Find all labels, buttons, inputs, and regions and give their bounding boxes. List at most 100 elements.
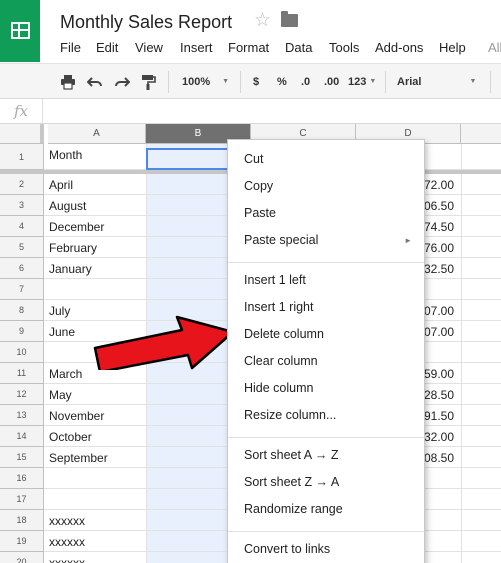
cell-a[interactable]: June <box>49 325 75 339</box>
context-menu-item[interactable]: Randomize range <box>244 502 343 516</box>
cell-a[interactable]: April <box>49 178 73 192</box>
font-select[interactable]: Arial ▼ <box>397 74 476 90</box>
title-area: Monthly Sales Report ☆ File Edit View In… <box>0 0 501 63</box>
formula-bar-divider <box>42 99 43 123</box>
cell-a[interactable]: October <box>49 430 92 444</box>
row-header[interactable]: 14 <box>0 426 44 447</box>
cell-a[interactable]: July <box>49 304 70 318</box>
cell-a[interactable]: January <box>49 262 92 276</box>
row-header[interactable]: 19 <box>0 531 44 552</box>
row-header[interactable]: 20 <box>0 552 44 563</box>
redo-icon[interactable] <box>114 74 130 90</box>
menu-all-changes[interactable]: All <box>488 40 501 55</box>
toolbar: 100% ▼ $ % .0 .00 123 ▼ Arial ▼ <box>0 63 501 99</box>
menu-separator <box>228 262 424 263</box>
row-header[interactable]: 12 <box>0 384 44 405</box>
row-header[interactable]: 2 <box>0 174 44 195</box>
context-menu-item[interactable]: Resize column... <box>244 408 336 422</box>
row-header[interactable]: 7 <box>0 279 44 300</box>
row-header[interactable]: 18 <box>0 510 44 531</box>
menu-addons[interactable]: Add-ons <box>375 40 423 55</box>
decrease-decimal-label: .0 <box>301 76 311 88</box>
font-value: Arial <box>397 76 422 88</box>
toolbar-separator <box>385 71 386 93</box>
select-all-corner[interactable] <box>0 124 44 144</box>
row-header[interactable]: 5 <box>0 237 44 258</box>
context-menu: Cut Copy Paste Paste special ► Insert 1 left I… <box>227 139 425 563</box>
row-header[interactable]: 6 <box>0 258 44 279</box>
cell-a[interactable]: xxxxxx <box>49 535 85 549</box>
print-icon[interactable] <box>60 74 76 90</box>
toolbar-separator <box>490 71 491 93</box>
more-formats-label: 123 <box>348 76 367 88</box>
currency-format-button[interactable]: $ <box>253 74 259 90</box>
row-header[interactable]: 16 <box>0 468 44 489</box>
column-header-a[interactable]: A <box>48 124 146 144</box>
row-header[interactable]: 9 <box>0 321 44 342</box>
context-menu-item[interactable]: Copy <box>244 179 273 193</box>
star-icon[interactable]: ☆ <box>254 11 271 30</box>
menu-data[interactable]: Data <box>285 40 312 55</box>
context-menu-item[interactable]: Clear column <box>244 354 318 368</box>
cell-a[interactable]: February <box>49 241 97 255</box>
context-menu-item[interactable]: Sort sheet Z → A <box>244 475 339 489</box>
cell-a[interactable]: xxxxxx <box>49 556 85 563</box>
row-header[interactable]: 1 <box>0 144 44 170</box>
sheets-logo-icon[interactable] <box>0 0 40 62</box>
paint-format-icon[interactable] <box>140 74 156 90</box>
cell-a[interactable]: August <box>49 199 86 213</box>
context-menu-item[interactable]: Sort sheet A → Z <box>244 448 339 462</box>
row-header[interactable]: 3 <box>0 195 44 216</box>
decrease-decimal-button[interactable]: .0 <box>301 74 310 90</box>
row-header[interactable]: 11 <box>0 363 44 384</box>
cell-a[interactable]: March <box>49 367 82 381</box>
row-header[interactable]: 15 <box>0 447 44 468</box>
context-menu-item[interactable]: Paste special <box>244 233 318 247</box>
cell-a[interactable]: December <box>49 220 104 234</box>
row-header[interactable]: 17 <box>0 489 44 510</box>
menu-tools[interactable]: Tools <box>329 40 359 55</box>
increase-decimal-button[interactable]: .00 <box>324 74 339 90</box>
menu-edit[interactable]: Edit <box>96 40 118 55</box>
context-menu-item[interactable]: Insert 1 left <box>244 273 306 287</box>
more-formats-select[interactable]: 123 ▼ <box>348 74 376 90</box>
fx-icon: fx <box>14 102 29 120</box>
context-menu-item[interactable]: Convert to links <box>244 542 330 556</box>
context-menu-item[interactable]: Cut <box>244 152 263 166</box>
menu-view[interactable]: View <box>135 40 163 55</box>
menu-insert[interactable]: Insert <box>180 40 213 55</box>
column-gridline <box>461 144 462 563</box>
zoom-value: 100% <box>182 76 211 88</box>
context-menu-item[interactable]: Insert 1 right <box>244 300 313 314</box>
menu-file[interactable]: File <box>60 40 81 55</box>
toolbar-separator <box>240 71 241 93</box>
cell-a[interactable]: May <box>49 388 72 402</box>
row-header[interactable]: 8 <box>0 300 44 321</box>
folder-icon[interactable] <box>281 11 298 27</box>
cell-a[interactable]: xxxxxx <box>49 514 85 528</box>
column-header-e[interactable] <box>461 124 501 144</box>
row-header[interactable]: 10 <box>0 342 44 363</box>
red-arrow-icon <box>93 315 235 370</box>
context-menu-item[interactable]: Paste <box>244 206 276 220</box>
formula-input[interactable] <box>50 103 490 119</box>
undo-icon[interactable] <box>87 74 103 90</box>
menu-format[interactable]: Format <box>228 40 269 55</box>
menu-help[interactable]: Help <box>439 40 466 55</box>
context-menu-item[interactable]: Delete column <box>244 327 324 341</box>
increase-decimal-label: .00 <box>324 76 340 88</box>
toolbar-separator <box>168 71 169 93</box>
chevron-down-icon: ▼ <box>369 78 377 86</box>
menu-separator <box>228 531 424 532</box>
cell-a[interactable]: Month <box>49 148 82 162</box>
cell-a[interactable]: September <box>49 451 108 465</box>
zoom-select[interactable]: 100% ▼ <box>182 74 229 90</box>
chevron-down-icon: ▼ <box>469 78 477 86</box>
row-header[interactable]: 13 <box>0 405 44 426</box>
percent-format-button[interactable]: % <box>277 74 287 90</box>
row-header[interactable]: 4 <box>0 216 44 237</box>
cell-a[interactable]: November <box>49 409 104 423</box>
formula-bar: fx <box>0 99 501 124</box>
document-title[interactable]: Monthly Sales Report <box>60 12 232 33</box>
context-menu-item[interactable]: Hide column <box>244 381 313 395</box>
